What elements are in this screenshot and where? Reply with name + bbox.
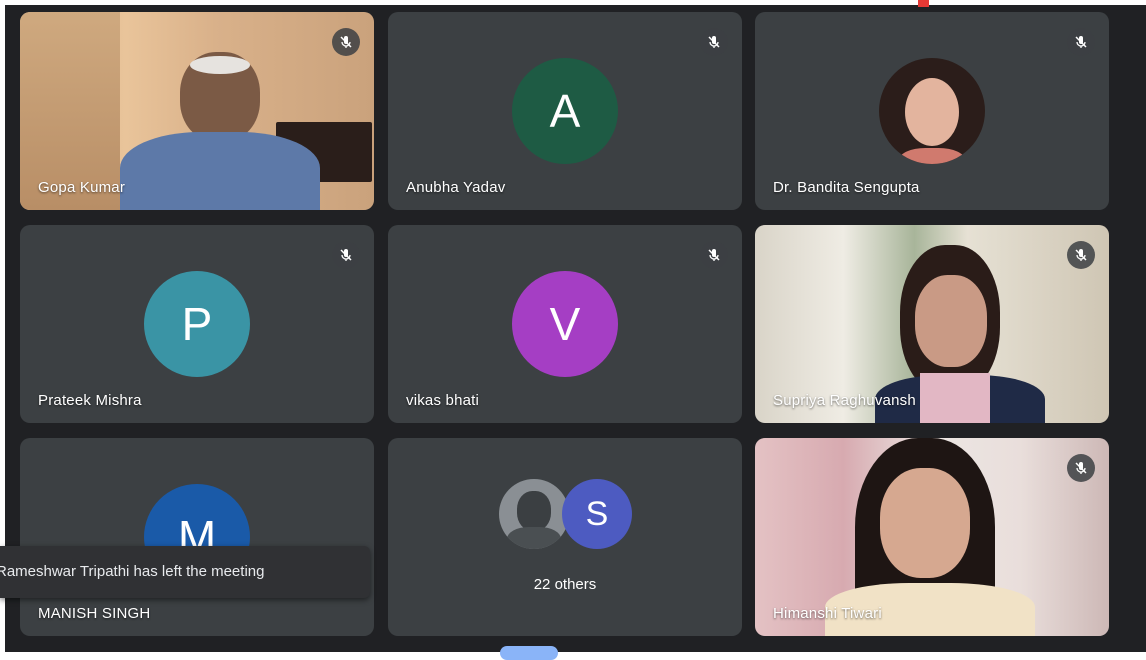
- leave-notification-toast: Rameshwar Tripathi has left the meeting: [0, 546, 370, 598]
- participant-name: Supriya Raghuvansh: [773, 392, 916, 409]
- mic-off-icon: [1067, 28, 1095, 56]
- avatar: A: [512, 58, 618, 164]
- participant-tile-manish-singh[interactable]: M MANISH SINGH: [20, 438, 374, 636]
- others-count: 22 others: [533, 576, 597, 593]
- participant-name: Anubha Yadav: [406, 179, 506, 196]
- participant-tile-vikas-bhati[interactable]: V vikas bhati: [388, 225, 742, 423]
- participant-tile-supriya-raghuvansh[interactable]: Supriya Raghuvansh: [755, 225, 1109, 423]
- mic-off-icon: [700, 241, 728, 269]
- avatar: V: [512, 271, 618, 377]
- participant-name: vikas bhati: [406, 392, 480, 409]
- participant-tile-gopa-kumar[interactable]: Gopa Kumar: [20, 12, 374, 210]
- participant-tile-himanshi-tiwari[interactable]: Himanshi Tiwari: [755, 438, 1109, 636]
- recording-indicator: [918, 0, 929, 7]
- participant-name: Himanshi Tiwari: [773, 605, 882, 622]
- participant-tile-anubha-yadav[interactable]: A Anubha Yadav: [388, 12, 742, 210]
- participant-name: Prateek Mishra: [38, 392, 142, 409]
- mic-off-icon: [1067, 454, 1095, 482]
- participant-name: Gopa Kumar: [38, 179, 126, 196]
- participant-name: MANISH SINGH: [38, 605, 151, 622]
- mic-off-icon: [332, 28, 360, 56]
- notification-text: Rameshwar Tripathi has left the meeting: [0, 563, 265, 580]
- mic-off-icon: [700, 28, 728, 56]
- others-avatar-initial: S: [562, 479, 632, 549]
- avatar: P: [144, 271, 250, 377]
- avatar: [879, 58, 985, 164]
- participant-tile-bandita-sengupta[interactable]: Dr. Bandita Sengupta: [755, 12, 1109, 210]
- participant-tile-prateek-mishra[interactable]: P Prateek Mishra: [20, 225, 374, 423]
- mic-off-icon: [332, 241, 360, 269]
- participant-name: Dr. Bandita Sengupta: [773, 179, 920, 196]
- mic-off-icon: [1067, 241, 1095, 269]
- others-tile[interactable]: S 22 others: [388, 438, 742, 636]
- bottom-control-chip[interactable]: [500, 646, 558, 660]
- others-avatar-photo: [499, 479, 569, 549]
